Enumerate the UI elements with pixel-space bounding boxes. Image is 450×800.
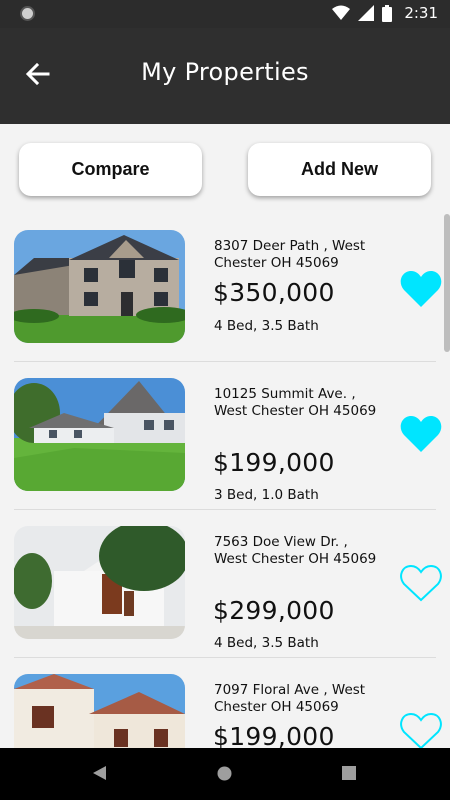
property-specs: 4 Bed, 3.5 Bath [214,635,319,651]
wifi-icon [332,5,351,20]
page-title: My Properties [141,58,309,86]
property-price: $199,000 [213,722,335,748]
action-bar: Compare Add New [0,124,450,214]
property-photo [14,378,185,491]
status-icons: 2:31 [332,4,438,22]
property-photo [14,674,185,748]
property-price: $299,000 [213,596,335,625]
signal-icon [358,5,375,21]
app-bar: My Properties [0,28,450,124]
back-nav-icon[interactable] [93,766,107,780]
compare-button[interactable]: Compare [19,143,202,196]
property-item[interactable]: 10125 Summit Ave. , West Chester OH 4506… [0,362,450,510]
battery-icon [382,4,393,22]
property-address: 7097 Floral Ave , West Chester OH 45069 [214,682,366,715]
home-nav-icon[interactable] [217,766,232,781]
property-price: $350,000 [213,278,335,307]
system-nav-bar [0,748,450,800]
property-address: 7563 Doe View Dr. , West Chester OH 4506… [214,534,377,567]
property-list[interactable]: 8307 Deer Path , West Chester OH 45069 $… [0,214,450,748]
favorite-heart-outline-icon[interactable] [399,563,443,603]
recents-nav-icon[interactable] [342,766,356,780]
add-new-button[interactable]: Add New [248,143,431,196]
property-specs: 3 Bed, 1.0 Bath [214,487,319,503]
property-item[interactable]: 7097 Floral Ave , West Chester OH 45069 … [0,658,450,748]
favorite-heart-icon[interactable] [399,269,443,309]
property-photo [14,230,185,343]
property-price: $199,000 [213,448,335,477]
property-address: 8307 Deer Path , West Chester OH 45069 [214,238,366,271]
property-item[interactable]: 8307 Deer Path , West Chester OH 45069 $… [0,214,450,362]
notification-icon [20,6,35,21]
favorite-heart-outline-icon[interactable] [399,711,443,748]
property-address: 10125 Summit Ave. , West Chester OH 4506… [214,386,377,419]
status-bar: 2:31 [0,0,450,28]
property-item[interactable]: 7563 Doe View Dr. , West Chester OH 4506… [0,510,450,658]
favorite-heart-icon[interactable] [399,414,443,454]
clock: 2:31 [404,4,438,22]
property-photo [14,526,185,639]
property-specs: 4 Bed, 3.5 Bath [214,318,319,334]
